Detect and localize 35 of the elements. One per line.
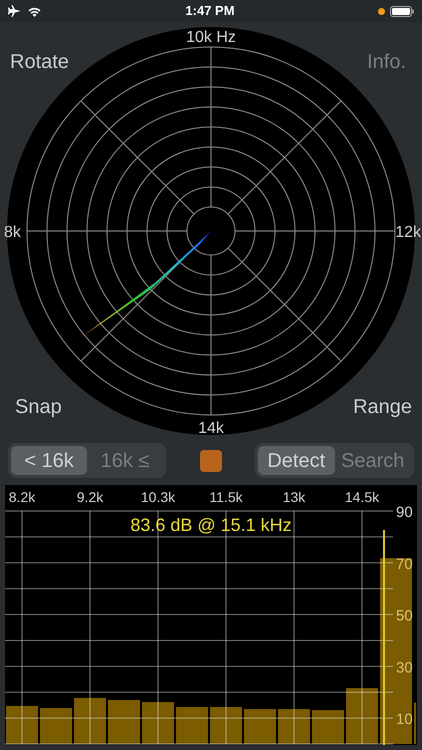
axis-label: 12k	[395, 224, 421, 241]
wifi-icon	[27, 6, 42, 16]
spectrum-bar	[6, 706, 38, 744]
segment-button[interactable]: 16k ≤	[87, 446, 163, 475]
frequency-label: 9.2k	[76, 489, 104, 505]
corner-button[interactable]: Snap	[15, 392, 62, 422]
spectrum-bar	[346, 688, 378, 744]
corner-button[interactable]: Rotate	[10, 47, 69, 77]
segment-button[interactable]: < 16k	[11, 446, 87, 475]
frequency-label: 8.2k	[8, 489, 36, 505]
segment-button[interactable]: Detect	[258, 446, 334, 475]
corner-button[interactable]: Range	[353, 392, 412, 422]
airplane-icon	[8, 5, 21, 17]
spectrum-bar	[142, 702, 174, 744]
frequency-label: 11.5k	[209, 489, 243, 505]
peak-readout: 83.6 dB @ 15.1 kHz	[130, 515, 292, 535]
indicator-button[interactable]	[200, 450, 222, 472]
axis-label: 8k	[4, 224, 21, 241]
spectrum-bar	[176, 706, 208, 744]
spectrum-bar	[74, 698, 106, 744]
status-time: 1:47 PM	[185, 2, 235, 20]
segment-button[interactable]: Search	[334, 446, 411, 475]
spectrum-bar	[312, 710, 344, 744]
db-label: 90	[396, 504, 413, 521]
axis-label: 14k	[198, 420, 224, 437]
spectrum-bar	[40, 708, 72, 744]
spectrum-bar	[210, 706, 242, 744]
frequency-label: 13k	[282, 489, 306, 505]
axis-label: 10k Hz	[186, 29, 236, 46]
frequency-label: 14.5k	[344, 489, 380, 505]
battery-icon	[390, 6, 414, 16]
spectrum-bar	[278, 709, 310, 744]
frequency-label: 10.3k	[140, 489, 176, 505]
spectrum-bar	[244, 709, 276, 744]
spectrum-bar	[108, 700, 140, 744]
